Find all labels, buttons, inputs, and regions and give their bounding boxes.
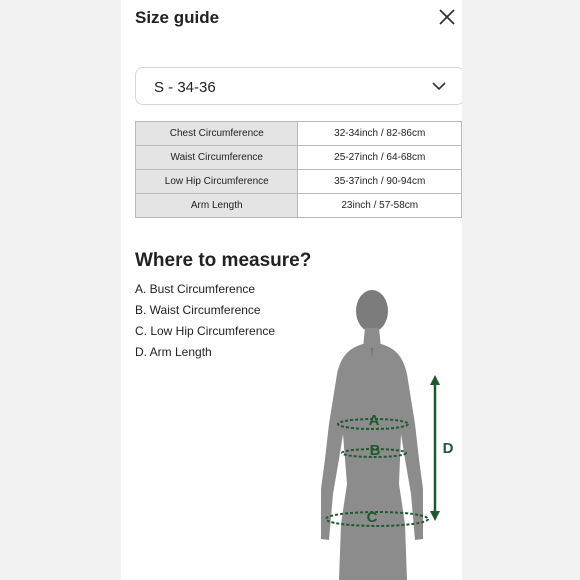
modal-title: Size guide: [135, 8, 220, 27]
measure-list: A. Bust Circumference B. Waist Circumfer…: [135, 279, 275, 363]
row-value: 35-37inch / 90-94cm: [297, 169, 462, 194]
list-item: A. Bust Circumference: [135, 282, 256, 296]
table-row: Low Hip Circumference 35-37inch / 90-94c…: [134, 169, 462, 194]
label-c: C: [367, 509, 378, 526]
label-a: A: [369, 412, 380, 429]
body-silhouette: [321, 290, 423, 580]
table-row: Arm Length 23inch / 57-58cm: [134, 193, 462, 218]
list-item: B. Waist Circumference: [135, 303, 261, 317]
table-row: Chest Circumference 32-34inch / 82-86cm: [134, 121, 462, 146]
body-measurement-figure: A B C D: [321, 290, 454, 580]
size-table: Chest Circumference 32-34inch / 82-86cm …: [134, 121, 462, 218]
close-icon: [439, 9, 455, 25]
size-select-value: S - 34-36: [154, 79, 216, 96]
size-guide-modal: Size guide S - 34-36 Chest Circumference…: [121, 0, 462, 580]
close-button[interactable]: [438, 8, 456, 26]
list-item: D. Arm Length: [135, 345, 212, 359]
measure-heading: Where to measure?: [135, 250, 312, 271]
chevron-down-icon: [432, 82, 446, 91]
row-label: Arm Length: [134, 193, 299, 218]
row-value: 32-34inch / 82-86cm: [297, 121, 462, 146]
row-label: Waist Circumference: [134, 145, 299, 170]
size-select[interactable]: S - 34-36: [135, 67, 462, 105]
label-d: D: [443, 440, 454, 457]
row-value: 23inch / 57-58cm: [297, 193, 462, 218]
label-b: B: [370, 442, 381, 459]
row-value: 25-27inch / 64-68cm: [297, 145, 462, 170]
table-row: Waist Circumference 25-27inch / 64-68cm: [134, 145, 462, 170]
row-label: Chest Circumference: [134, 121, 299, 146]
row-label: Low Hip Circumference: [134, 169, 299, 194]
list-item: C. Low Hip Circumference: [135, 324, 276, 338]
